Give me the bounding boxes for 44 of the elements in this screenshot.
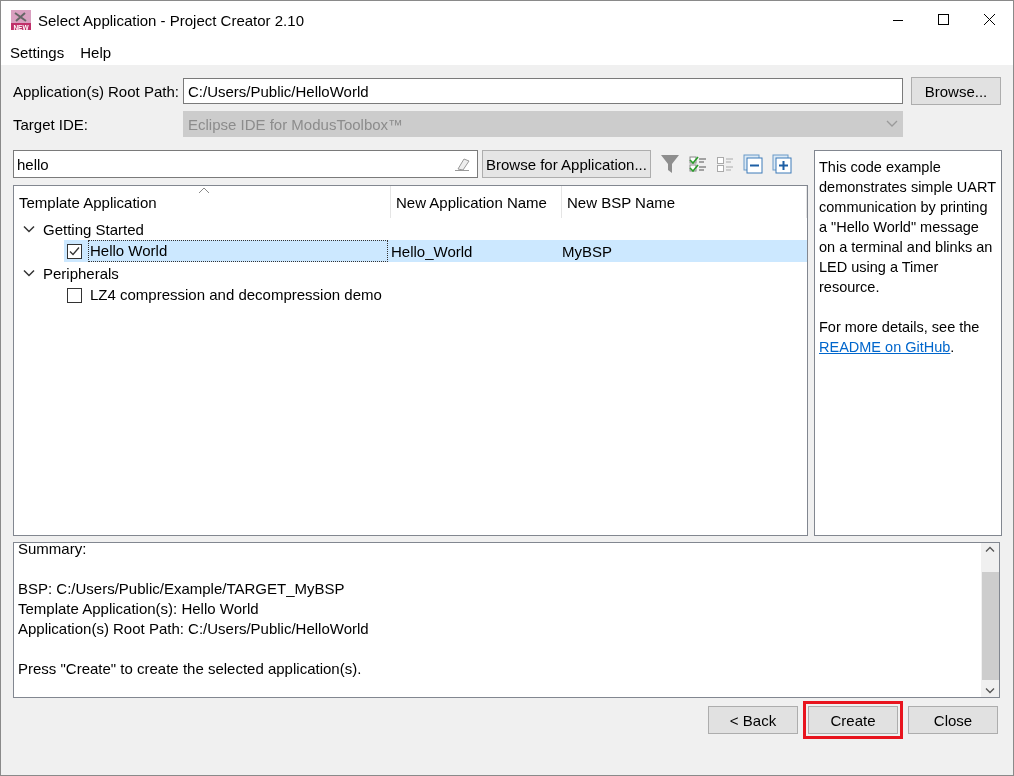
summary-text: Template Application(s): Hello World (18, 599, 260, 619)
scrollbar[interactable] (981, 543, 999, 697)
dialog-button[interactable]: Create (808, 706, 898, 734)
chevron-down-icon[interactable] (23, 267, 35, 279)
browse-button[interactable]: Browse... (911, 77, 1001, 105)
summary-text: Press "Create" to create the selected application(s). (18, 659, 363, 679)
column-header[interactable]: New Application Name (391, 186, 562, 218)
scroll-down-icon[interactable] (985, 688, 995, 694)
check-all-icon[interactable] (688, 156, 707, 172)
table-cell-text: MyBSP (561, 242, 613, 260)
field-label: Target IDE: (13, 115, 90, 133)
tree-item-label[interactable]: Hello World (88, 240, 388, 262)
tree-group-label[interactable]: Peripherals (43, 264, 119, 282)
dialog-button[interactable]: < Back (708, 706, 798, 734)
selected-row[interactable]: Hello World Hello_World MyBSP (64, 240, 807, 262)
eraser-icon[interactable] (454, 157, 470, 171)
summary-text: Application(s) Root Path: C:/Users/Public/HelloWorld (18, 619, 370, 639)
root-path-field[interactable]: C:/Users/Public/HelloWorld (183, 78, 903, 104)
browse-for-application-button[interactable]: Browse for Application... (482, 150, 651, 178)
summary-text: Summary: (18, 543, 88, 559)
column-header[interactable]: Template Application (14, 186, 391, 218)
dialog-button[interactable]: Close (908, 706, 998, 734)
filter-icon[interactable] (659, 153, 680, 175)
summary-text: BSP: C:/Users/Public/Example/TARGET_MyBSP (18, 579, 346, 599)
search-field[interactable]: hello (13, 150, 478, 178)
details-text: For more details, see the README on GitHub. (819, 318, 981, 357)
checkbox[interactable] (67, 243, 82, 259)
chevron-down-icon[interactable] (23, 223, 35, 235)
checkbox[interactable] (67, 287, 82, 303)
tree-item-label[interactable]: LZ4 compression and decompression demo (88, 284, 388, 306)
tree-table[interactable]: Template Application New Application Name New BSP Name Getting Started Hello World Hello_World MyBSP Peripherals LZ4 compression and decompression demo (13, 185, 808, 536)
window-title: Select Application - Project Creator 2.10 (38, 11, 305, 29)
tree-group-label[interactable]: Getting Started (43, 220, 144, 238)
menu-item[interactable]: Settings (10, 44, 65, 61)
field-label: Application(s) Root Path: (13, 82, 180, 100)
column-header[interactable]: New BSP Name (562, 186, 807, 218)
description-text: This code example demonstrates simple UART communication by printing a "Hello World" message on a terminal and blinks an LED using a Timer resource. (819, 158, 997, 297)
uncheck-all-icon[interactable] (715, 156, 734, 172)
collapse-all-icon[interactable] (742, 154, 763, 174)
scrollbar-thumb[interactable] (981, 572, 999, 680)
expand-all-icon[interactable] (771, 154, 792, 174)
table-cell-text: Hello_World (390, 242, 474, 260)
menu-item[interactable]: Help (80, 44, 112, 61)
scroll-up-icon[interactable] (985, 546, 995, 552)
